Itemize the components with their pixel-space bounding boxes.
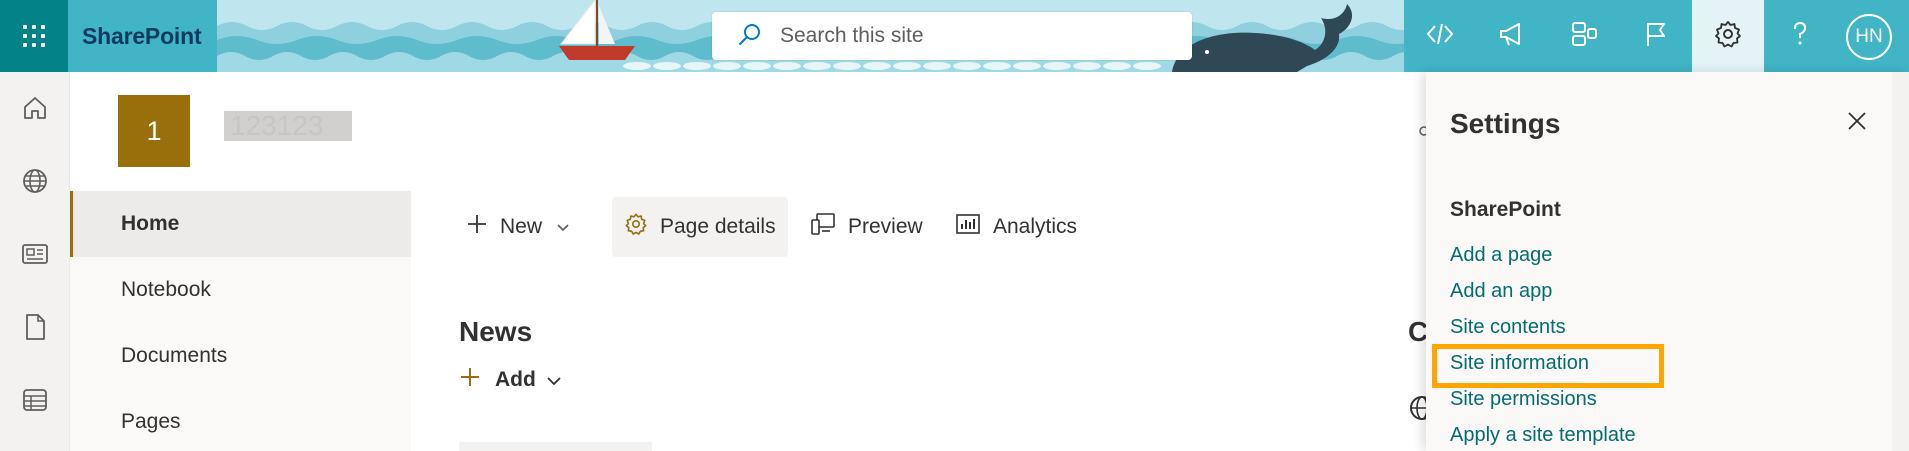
preview-label: Preview bbox=[848, 215, 923, 238]
nav-item-label: Documents bbox=[121, 344, 228, 367]
preview-icon bbox=[810, 212, 848, 242]
new-button[interactable]: New bbox=[466, 197, 582, 257]
panel-scrollbar[interactable] bbox=[1892, 72, 1909, 451]
search-box[interactable] bbox=[712, 12, 1192, 60]
nav-item-notebook[interactable]: Notebook bbox=[70, 257, 411, 323]
code-button[interactable] bbox=[1404, 0, 1476, 72]
lists-button[interactable] bbox=[0, 382, 70, 422]
flag-icon bbox=[1641, 19, 1671, 54]
news-heading: News bbox=[459, 316, 533, 347]
user-avatar[interactable]: HN bbox=[1846, 14, 1892, 60]
waffle-icon bbox=[23, 25, 45, 47]
left-navigation: Home Notebook Documents Pages bbox=[70, 191, 411, 451]
home-icon bbox=[22, 95, 48, 126]
flag-button[interactable] bbox=[1620, 0, 1692, 72]
page-details-button[interactable]: Page details bbox=[612, 197, 788, 257]
suite-icons bbox=[1404, 0, 1909, 72]
home-button[interactable] bbox=[0, 90, 70, 130]
feedback-icon bbox=[1569, 19, 1599, 54]
search-input[interactable] bbox=[780, 24, 1160, 48]
analytics-icon bbox=[955, 213, 993, 241]
site-permissions-link[interactable]: Site permissions bbox=[1450, 388, 1597, 411]
app-name-link[interactable]: SharePoint bbox=[68, 0, 217, 72]
gear-icon bbox=[1713, 19, 1743, 54]
analytics-button[interactable]: Analytics bbox=[955, 197, 1077, 257]
help-button[interactable] bbox=[1764, 0, 1836, 72]
announcements-button[interactable] bbox=[1476, 0, 1548, 72]
news-add-label: Add bbox=[495, 368, 536, 391]
files-button[interactable] bbox=[0, 309, 70, 349]
nav-item-pages[interactable]: Pages bbox=[70, 389, 411, 451]
new-label: New bbox=[500, 215, 543, 238]
plus-icon bbox=[466, 213, 500, 241]
feedback-button[interactable] bbox=[1548, 0, 1620, 72]
add-app-link[interactable]: Add an app bbox=[1450, 280, 1552, 303]
nav-item-home[interactable]: Home bbox=[70, 191, 411, 257]
gear-icon bbox=[624, 212, 660, 242]
settings-button[interactable] bbox=[1692, 0, 1764, 72]
suite-bar: SharePoint Search this site HN bbox=[0, 0, 1909, 72]
app-launcher-button[interactable] bbox=[0, 0, 68, 72]
news-icon bbox=[21, 241, 49, 272]
code-icon bbox=[1425, 19, 1455, 54]
megaphone-icon bbox=[1497, 19, 1527, 54]
search-icon bbox=[738, 22, 762, 51]
analytics-label: Analytics bbox=[993, 215, 1078, 238]
news-card-placeholder bbox=[459, 442, 652, 451]
apply-site-template-link[interactable]: Apply a site template bbox=[1450, 424, 1636, 447]
nav-item-label: Pages bbox=[121, 410, 181, 433]
app-name: SharePoint bbox=[82, 22, 202, 49]
sharepoint-section-heading: SharePoint bbox=[1450, 198, 1561, 221]
chevron-down-icon bbox=[546, 368, 562, 392]
app-bar bbox=[0, 72, 70, 451]
nav-item-label: Home bbox=[121, 212, 180, 235]
chevron-down-icon bbox=[556, 215, 582, 239]
close-button[interactable] bbox=[1840, 106, 1874, 140]
plus-icon bbox=[459, 366, 481, 394]
nav-item-documents[interactable]: Documents bbox=[70, 323, 411, 389]
file-icon bbox=[23, 313, 47, 346]
help-icon bbox=[1785, 19, 1815, 54]
preview-button[interactable]: Preview bbox=[810, 197, 923, 257]
nav-item-label: Notebook bbox=[121, 278, 211, 301]
list-icon bbox=[21, 387, 49, 418]
settings-title: Settings bbox=[1450, 108, 1561, 139]
settings-panel: Settings SharePoint Add a page Add an ap… bbox=[1426, 72, 1909, 451]
sites-button[interactable] bbox=[0, 163, 70, 203]
site-information-link[interactable]: Site information bbox=[1450, 352, 1589, 375]
news-button[interactable] bbox=[0, 236, 70, 276]
news-add-button[interactable]: Add bbox=[459, 366, 562, 394]
add-page-link[interactable]: Add a page bbox=[1450, 244, 1552, 267]
close-icon bbox=[1847, 111, 1867, 136]
page-details-label: Page details bbox=[660, 215, 776, 238]
site-logo[interactable]: 1 bbox=[118, 95, 190, 167]
site-contents-link[interactable]: Site contents bbox=[1450, 316, 1566, 339]
globe-icon bbox=[21, 167, 49, 200]
site-title[interactable]: 123123 bbox=[224, 111, 352, 141]
